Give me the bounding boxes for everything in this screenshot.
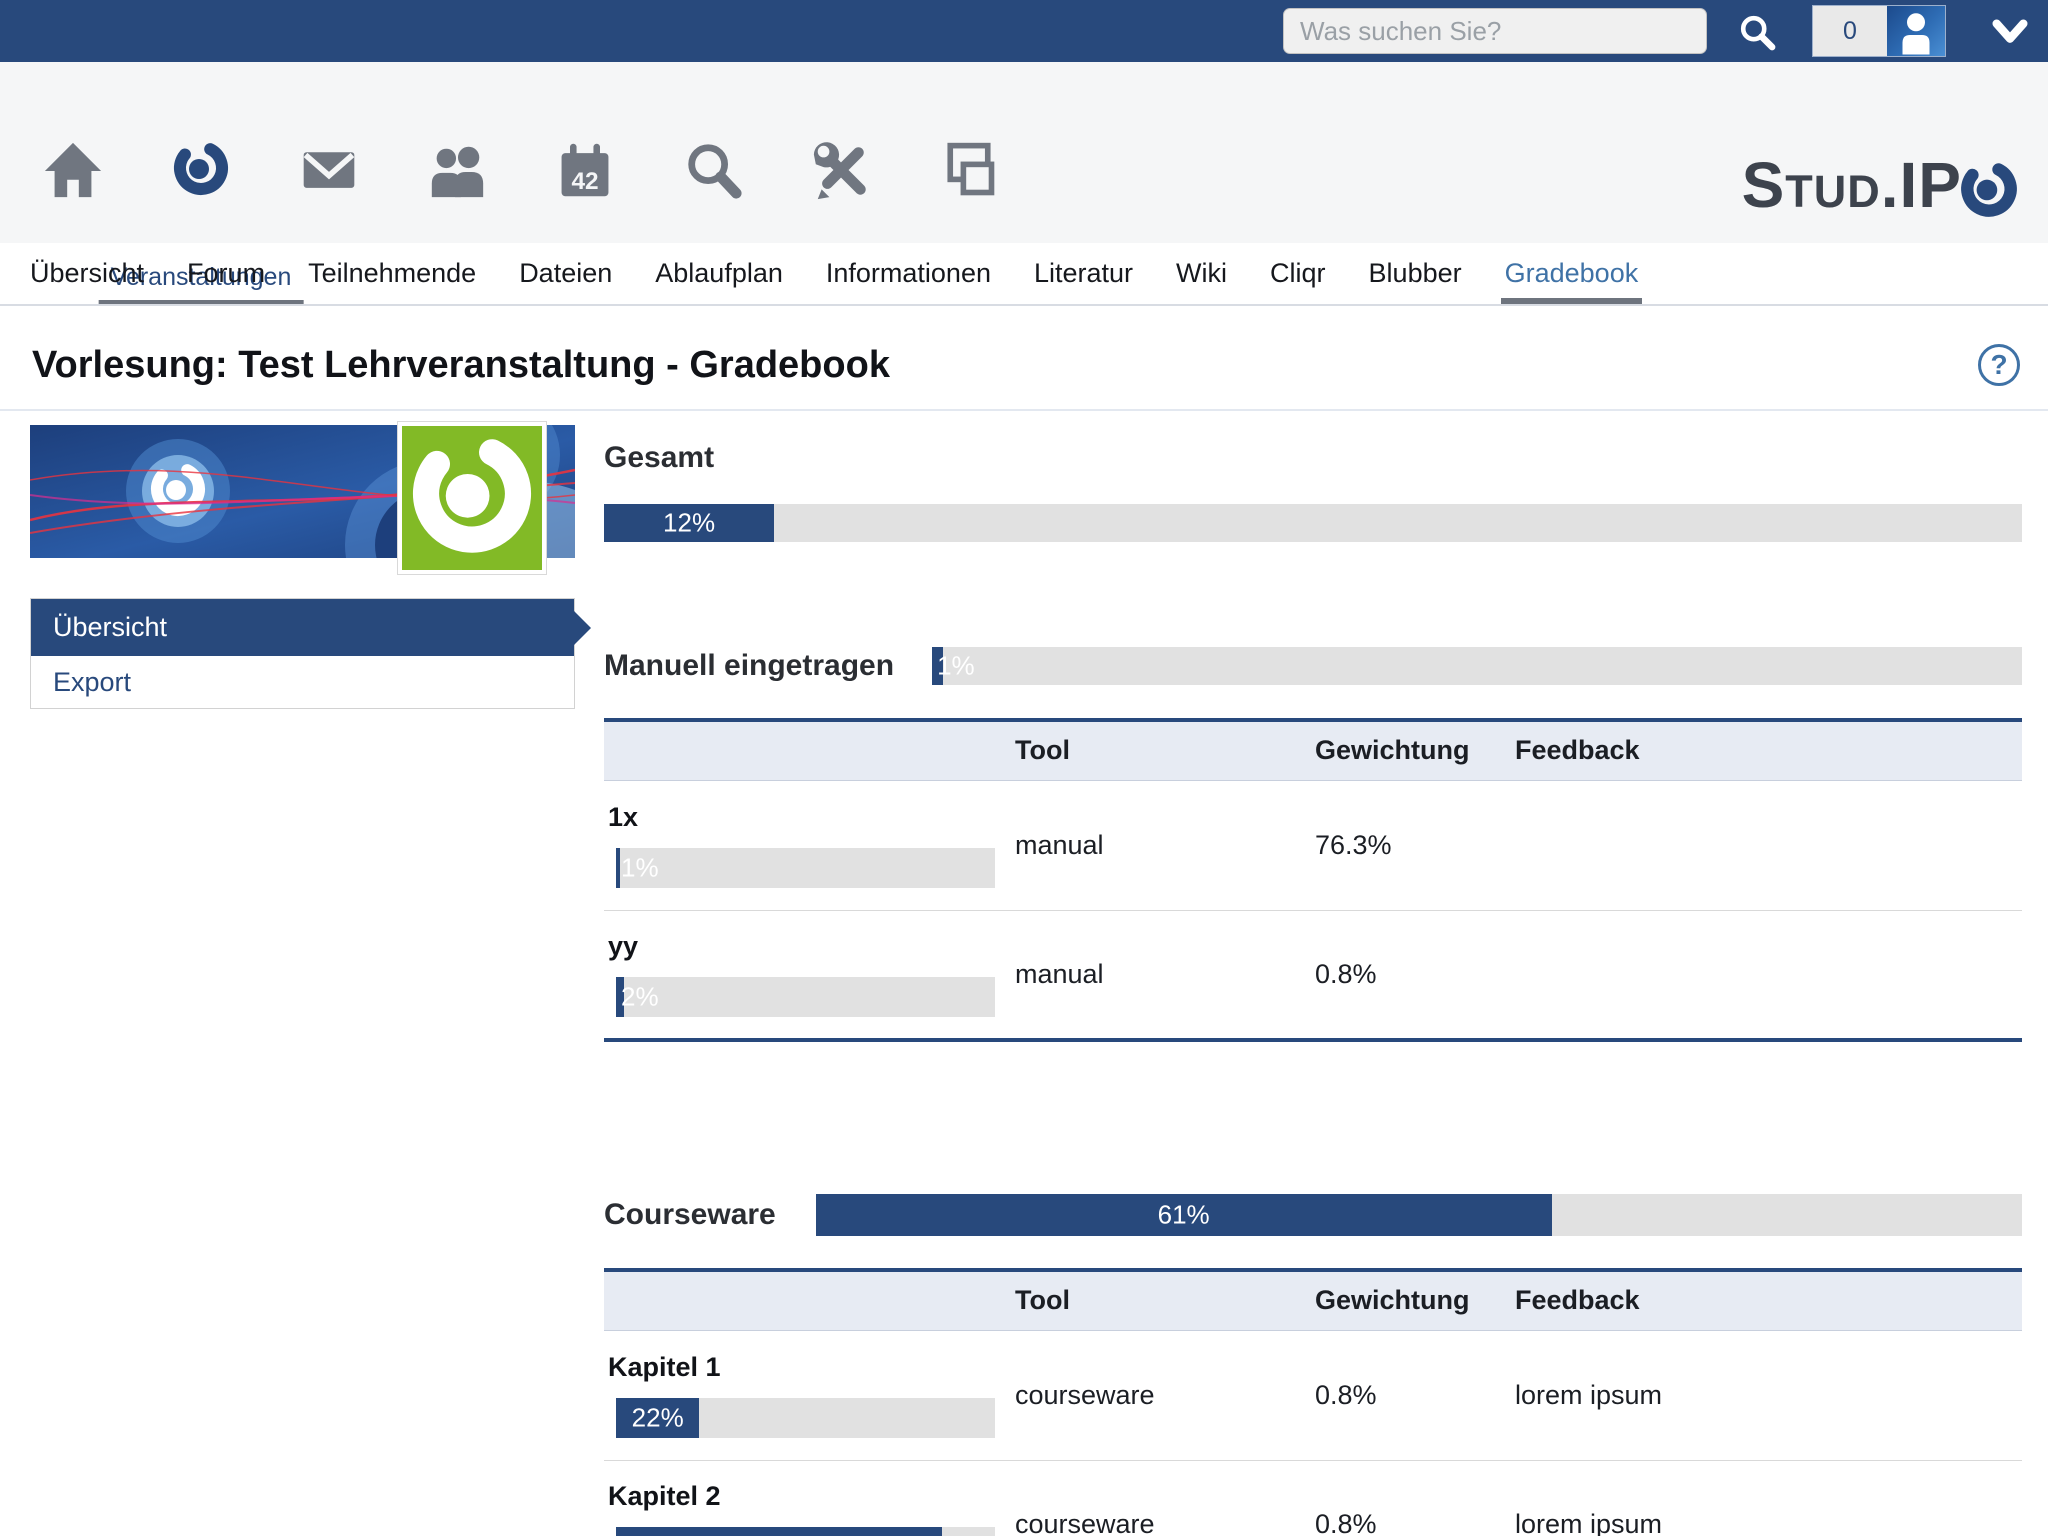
tools-icon bbox=[810, 139, 872, 201]
tab-literatur[interactable]: Literatur bbox=[1034, 243, 1133, 304]
tab-informationen[interactable]: Informationen bbox=[826, 243, 991, 304]
calendar-badge: 42 bbox=[571, 168, 598, 195]
row-feedback: lorem ipsum bbox=[1513, 1460, 2022, 1536]
mail-icon bbox=[299, 140, 359, 200]
group-manual-heading: Manuell eingetragen bbox=[604, 646, 894, 686]
home-icon bbox=[42, 139, 104, 201]
tab-dateien[interactable]: Dateien bbox=[519, 243, 612, 304]
home-nav[interactable] bbox=[36, 135, 110, 205]
studip-swirl-icon bbox=[402, 423, 542, 573]
studip-logo-swirl-icon bbox=[1956, 158, 2022, 224]
group-manual-progressbar: 1% bbox=[932, 647, 2022, 685]
row-progressbar: 86% bbox=[616, 1527, 995, 1536]
community-icon bbox=[426, 139, 488, 201]
row-progressbar: 22% bbox=[616, 1398, 995, 1438]
global-search bbox=[1283, 8, 1707, 54]
row-feedback bbox=[1513, 780, 2022, 910]
col-gewichtung: Gewichtung bbox=[1313, 1270, 1513, 1330]
notification-count[interactable]: 0 bbox=[1813, 6, 1887, 56]
calendar-nav[interactable]: 42 bbox=[548, 135, 622, 205]
tab-uebersicht[interactable]: Übersicht bbox=[30, 243, 144, 304]
overall-progress-value: 12% bbox=[663, 508, 715, 539]
course-tabbar: Übersicht Forum Teilnehmende Dateien Abl… bbox=[0, 243, 2048, 306]
tab-wiki[interactable]: Wiki bbox=[1176, 243, 1227, 304]
row-weight: 76.3% bbox=[1313, 780, 1513, 910]
table-row: Kapitel 2 86% courseware 0.8% lorem ipsu… bbox=[604, 1460, 2022, 1536]
group-courseware-progressbar: 61% bbox=[816, 1194, 2022, 1236]
tab-gradebook[interactable]: Gradebook bbox=[1505, 243, 1639, 304]
col-feedback: Feedback bbox=[1513, 720, 2022, 780]
table-row: 1x 1% manual 76.3% bbox=[604, 780, 2022, 910]
user-menu-trigger[interactable]: 0 bbox=[1812, 5, 1946, 57]
sidebar: Übersicht Export bbox=[30, 425, 575, 709]
search-icon[interactable] bbox=[1736, 11, 1778, 53]
row-weight: 0.8% bbox=[1313, 910, 1513, 1040]
row-progressbar: 1% bbox=[616, 848, 995, 888]
overall-progressbar: 12% bbox=[604, 504, 2022, 542]
studip-logo-text: Stud.IP bbox=[1742, 130, 1962, 240]
search-input[interactable] bbox=[1283, 8, 1707, 54]
tab-forum[interactable]: Forum bbox=[187, 243, 265, 304]
row-tool: courseware bbox=[1013, 1330, 1313, 1460]
row-label: Kapitel 1 bbox=[608, 1352, 1013, 1383]
help-icon[interactable]: ? bbox=[1978, 344, 2020, 386]
course-avatar-tile bbox=[398, 422, 546, 574]
course-banner-image bbox=[30, 425, 575, 558]
group-manual-header: Manuell eingetragen 1% bbox=[604, 646, 2022, 686]
bulletin-nav[interactable] bbox=[932, 135, 1006, 205]
row-feedback bbox=[1513, 910, 2022, 1040]
row-weight: 0.8% bbox=[1313, 1460, 1513, 1536]
tools-nav[interactable] bbox=[804, 135, 878, 205]
row-label: yy bbox=[608, 931, 1013, 962]
page-head: Vorlesung: Test Lehrveranstaltung - Grad… bbox=[0, 306, 2048, 388]
col-tool: Tool bbox=[1013, 720, 1313, 780]
tab-ablaufplan[interactable]: Ablaufplan bbox=[655, 243, 783, 304]
courses-nav[interactable]: Veranstaltungen bbox=[164, 135, 238, 205]
sidebar-item-uebersicht[interactable]: Übersicht bbox=[31, 599, 574, 656]
row-label: 1x bbox=[608, 802, 1013, 833]
gradebook-content: Gesamt 12% Manuell eingetragen 1% Tool G… bbox=[604, 430, 2022, 1536]
overall-heading: Gesamt bbox=[604, 438, 2022, 478]
manual-grades-table: Tool Gewichtung Feedback 1x 1% manual 7 bbox=[604, 718, 2022, 1042]
avatar[interactable] bbox=[1887, 6, 1945, 56]
col-feedback: Feedback bbox=[1513, 1270, 2022, 1330]
sidebar-menu: Übersicht Export bbox=[30, 598, 575, 709]
table-row: Kapitel 1 22% courseware 0.8% lorem ipsu… bbox=[604, 1330, 2022, 1460]
calendar-icon: 42 bbox=[555, 139, 615, 201]
divider bbox=[0, 409, 2048, 411]
row-label: Kapitel 2 bbox=[608, 1481, 1013, 1512]
community-nav[interactable] bbox=[420, 135, 494, 205]
topbar: 0 bbox=[0, 0, 2048, 62]
sidebar-item-export[interactable]: Export bbox=[31, 656, 574, 708]
chevron-down-icon[interactable] bbox=[1990, 15, 2030, 49]
group-courseware-header: Courseware 61% bbox=[604, 1194, 2022, 1236]
tab-teilnehmende[interactable]: Teilnehmende bbox=[308, 243, 476, 304]
row-weight: 0.8% bbox=[1313, 1330, 1513, 1460]
studip-app: 0 Veranstaltungen bbox=[0, 0, 2048, 1536]
tab-cliqr[interactable]: Cliqr bbox=[1270, 243, 1326, 304]
table-header-row: Tool Gewichtung Feedback bbox=[604, 1270, 2022, 1330]
bulletin-board-icon bbox=[939, 140, 999, 200]
table-header-row: Tool Gewichtung Feedback bbox=[604, 720, 2022, 780]
studip-logo: Stud.IP bbox=[1742, 130, 2022, 240]
tab-blubber[interactable]: Blubber bbox=[1369, 243, 1462, 304]
messages-nav[interactable] bbox=[292, 135, 366, 205]
search-icon bbox=[682, 139, 744, 201]
main-iconbar: Veranstaltungen bbox=[0, 62, 2048, 243]
col-tool: Tool bbox=[1013, 1270, 1313, 1330]
row-progressbar: 2% bbox=[616, 977, 995, 1017]
row-tool: courseware bbox=[1013, 1460, 1313, 1536]
group-courseware-heading: Courseware bbox=[604, 1195, 776, 1235]
courses-spiral-icon bbox=[169, 138, 233, 202]
active-arrow bbox=[574, 611, 591, 645]
row-tool: manual bbox=[1013, 780, 1313, 910]
col-gewichtung: Gewichtung bbox=[1313, 720, 1513, 780]
courseware-grades-table: Tool Gewichtung Feedback Kapitel 1 22% c… bbox=[604, 1268, 2022, 1536]
row-tool: manual bbox=[1013, 910, 1313, 1040]
table-row: yy 2% manual 0.8% bbox=[604, 910, 2022, 1040]
row-feedback: lorem ipsum bbox=[1513, 1330, 2022, 1460]
person-icon bbox=[1892, 8, 1940, 56]
search-nav[interactable] bbox=[676, 135, 750, 205]
page-title: Vorlesung: Test Lehrveranstaltung - Grad… bbox=[32, 342, 890, 388]
